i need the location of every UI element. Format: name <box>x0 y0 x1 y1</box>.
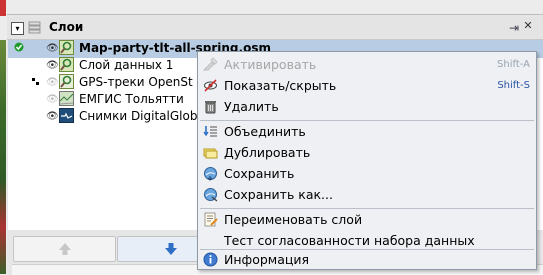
show-hide-icon <box>204 79 217 92</box>
menu-item-label: Информация <box>224 252 310 267</box>
menu-item-rename[interactable]: Переименовать слой <box>198 209 536 230</box>
active-layer-check-icon <box>14 42 24 52</box>
hidden-eye-icon[interactable]: 👁 <box>46 77 59 88</box>
arrow-up-icon <box>59 243 71 255</box>
merge-icon <box>203 126 217 137</box>
menu-item-label: Показать/скрыть <box>224 78 337 93</box>
visibility-eye-icon[interactable]: 👁 <box>46 43 59 54</box>
menu-item-label: Активировать <box>224 57 317 72</box>
menu-item-save-as[interactable]: Сохранить как... <box>198 184 536 205</box>
menu-item-label: Тест согласованности набора данных <box>224 233 475 248</box>
menu-item-shortcut: Shift-A <box>497 59 530 70</box>
layer-context-menu: Активировать Shift-A Показать/скрыть Shi… <box>197 51 537 270</box>
menu-item-consistency-test[interactable]: Тест согласованности набора данных <box>198 230 536 251</box>
info-icon <box>203 252 218 267</box>
panel-title: Слои <box>49 20 84 34</box>
hidden-eye-icon[interactable]: 👁 <box>46 94 59 105</box>
menu-item-shortcut: Shift-S <box>497 80 530 91</box>
map-view-edge <box>0 40 6 274</box>
map-background-fragment <box>0 0 6 16</box>
layers-panel-header <box>7 17 543 40</box>
satellite-imagery-icon <box>59 108 74 123</box>
delete-icon <box>205 101 216 114</box>
menu-item-label: Объединить <box>224 124 306 139</box>
layers-stack-icon <box>28 21 41 34</box>
menu-item-merge[interactable]: Объединить <box>198 121 536 142</box>
layer-name: Снимки DigitalGlob <box>79 109 198 123</box>
menu-item-label: Сохранить <box>224 166 295 181</box>
gps-traces-icon <box>59 74 74 89</box>
menu-item-label: Удалить <box>224 99 279 114</box>
menu-item-label: Переименовать слой <box>224 212 363 227</box>
visibility-eye-icon[interactable]: 👁 <box>46 60 59 71</box>
layer-row[interactable]: 👁 Слой данных 1 <box>8 57 198 74</box>
duplicate-icon <box>203 148 218 159</box>
menu-item-delete[interactable]: Удалить <box>198 96 536 117</box>
rename-icon <box>204 212 218 227</box>
gps-track-dots-icon <box>32 78 39 85</box>
save-icon <box>204 167 217 181</box>
menu-item-save[interactable]: Сохранить <box>198 163 536 184</box>
layer-row[interactable]: 👁 Снимки DigitalGlob <box>8 108 198 125</box>
activate-icon <box>203 57 218 71</box>
collapse-toggle-icon[interactable]: ▾ <box>11 22 24 35</box>
menu-item-label: Дублировать <box>224 145 311 160</box>
layer-row[interactable]: 👁 GPS-треки OpenSt <box>8 74 198 91</box>
visibility-eye-icon[interactable]: 👁 <box>46 111 59 122</box>
layer-name: Слой данных 1 <box>79 58 174 72</box>
layer-name: ЕМГИС Тольятти <box>79 92 184 106</box>
menu-item-activate[interactable]: Активировать Shift-A <box>198 54 536 75</box>
pin-icon[interactable]: ⇥ <box>509 21 519 35</box>
move-down-button[interactable] <box>117 236 209 262</box>
menu-item-label: Сохранить как... <box>224 187 333 202</box>
osm-data-icon <box>59 57 74 72</box>
map-imagery-icon <box>59 91 74 106</box>
layer-row[interactable]: 👁 ЕМГИС Тольятти <box>8 91 198 108</box>
arrow-down-icon <box>165 243 177 255</box>
osm-data-icon <box>59 40 74 55</box>
close-icon[interactable]: ✕ <box>522 20 534 32</box>
menu-item-show-hide[interactable]: Показать/скрыть Shift-S <box>198 75 536 96</box>
move-up-button[interactable] <box>13 236 116 262</box>
save-as-icon <box>204 188 218 202</box>
layer-name: GPS-треки OpenSt <box>79 75 193 89</box>
menu-item-duplicate[interactable]: Дублировать <box>198 142 536 163</box>
menu-item-info[interactable]: Информация <box>198 249 536 270</box>
